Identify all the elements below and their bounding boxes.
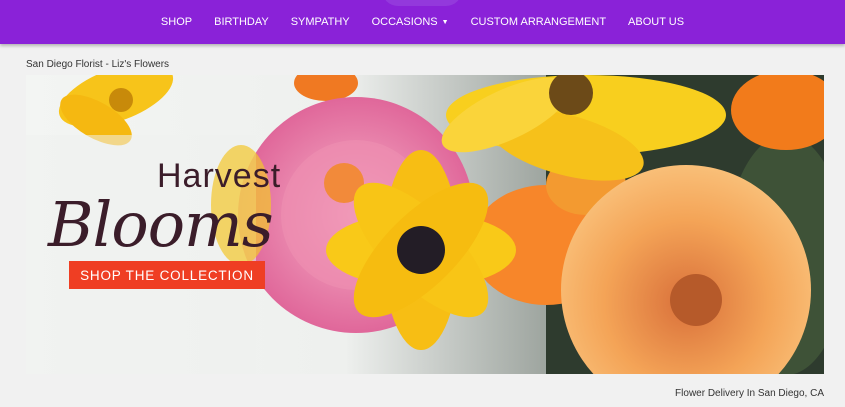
nav-label: OCCASIONS [371,16,438,28]
main-nav: SHOP BIRTHDAY SYMPATHY OCCASIONS ▼ CUSTOM… [0,0,845,44]
nav-label: SHOP [160,16,193,28]
banner-title-blooms: Blooms [48,188,274,261]
shop-collection-button[interactable]: SHOP THE COLLECTION [69,261,265,289]
hero-banner[interactable]: Harvest Blooms SHOP THE COLLECTION [26,75,824,374]
nav-label: SYMPATHY [290,16,350,28]
nav-item-sympathy[interactable]: SYMPATHY [280,0,361,44]
page-breadcrumb: San Diego Florist - Liz's Flowers [26,59,170,70]
nav-item-shop[interactable]: SHOP [150,0,203,44]
footer-caption: Flower Delivery In San Diego, CA [675,388,824,399]
nav-label: BIRTHDAY [214,16,269,28]
nav-item-custom-arrangement[interactable]: CUSTOM ARRANGEMENT [460,0,617,44]
chevron-down-icon: ▼ [441,18,449,26]
nav-item-birthday[interactable]: BIRTHDAY [203,0,280,44]
nav-label: CUSTOM ARRANGEMENT [470,16,607,28]
nav-item-occasions[interactable]: OCCASIONS ▼ [361,0,460,44]
nav-item-about-us[interactable]: ABOUT US [617,0,695,44]
nav-label: ABOUT US [628,16,685,28]
top-navbar: SHOP BIRTHDAY SYMPATHY OCCASIONS ▼ CUSTOM… [0,0,845,44]
